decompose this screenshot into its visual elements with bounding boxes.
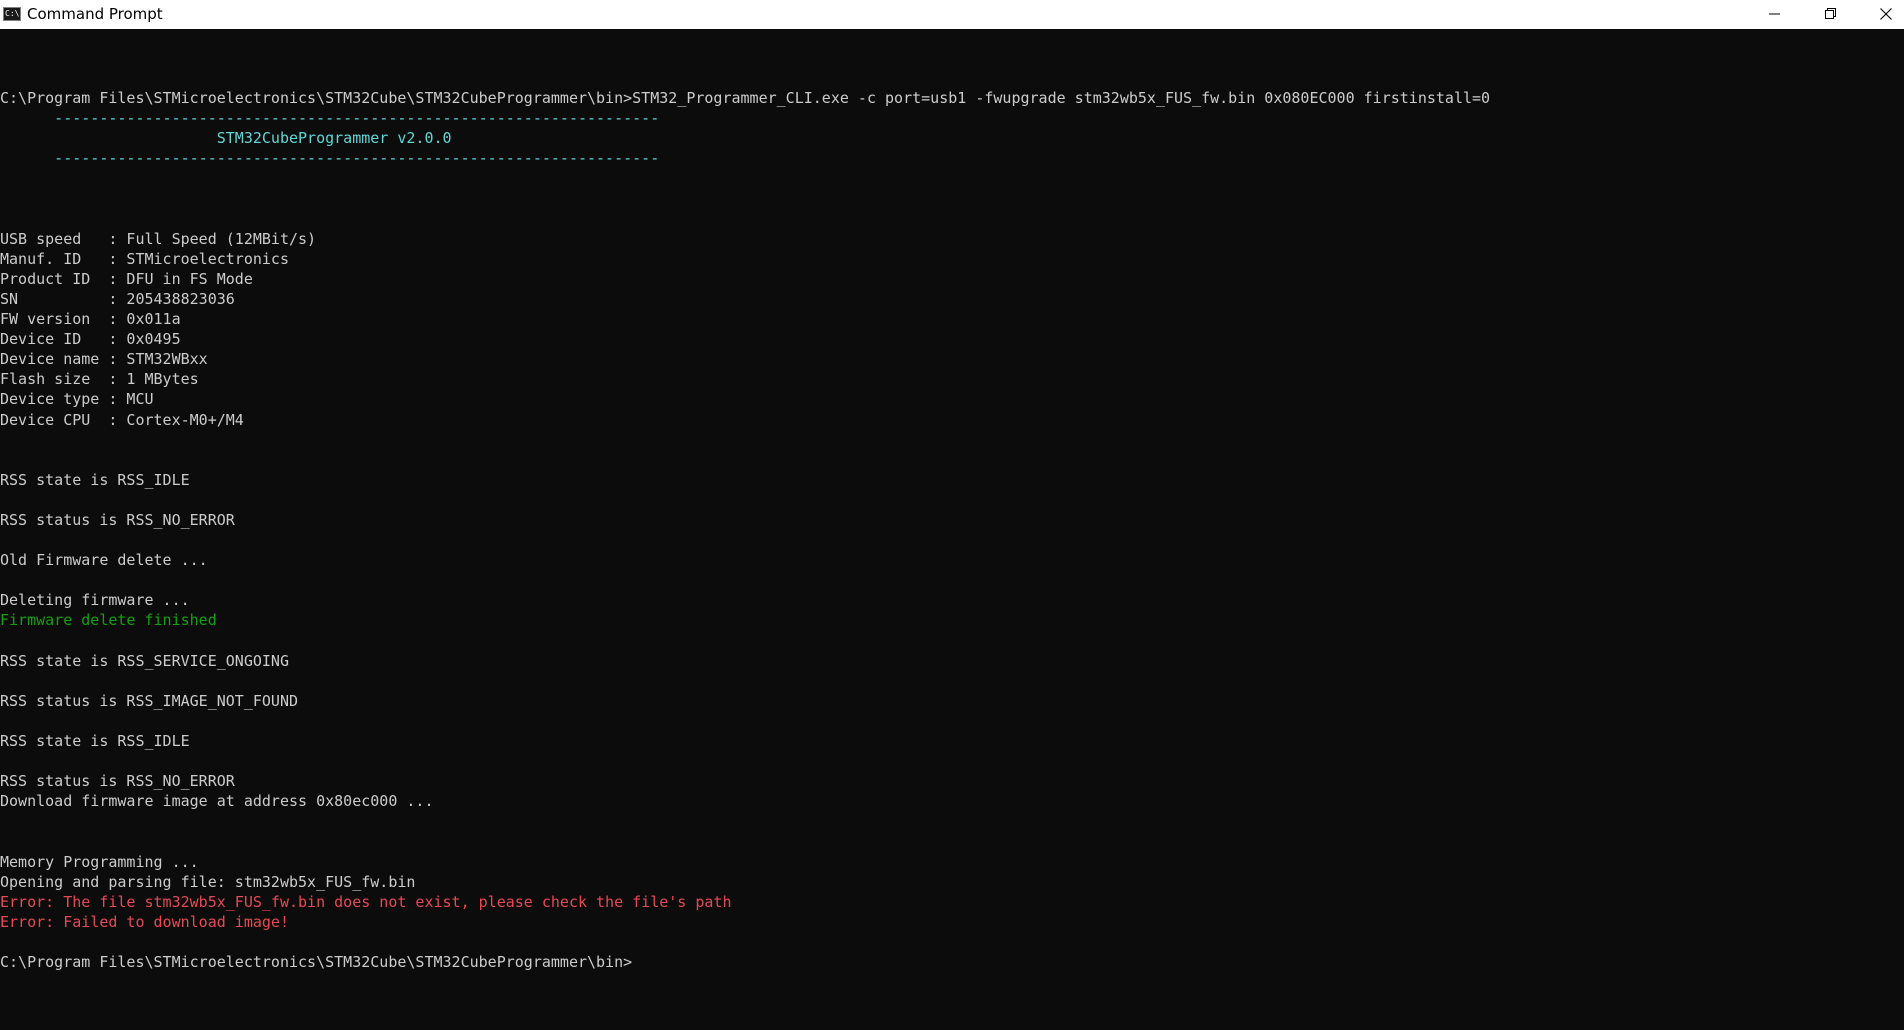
console-line: Deleting firmware ... — [0, 591, 190, 610]
console-line: Firmware delete finished — [0, 611, 217, 630]
console-line: ----------------------------------------… — [0, 149, 660, 168]
command-prompt-window: C:\ Command Prompt C:\Program Files\STMi… — [0, 0, 1904, 1030]
console-line: ----------------------------------------… — [0, 109, 660, 128]
console-line: Device CPU : Cortex-M0+/M4 — [0, 410, 244, 429]
console-line: Device name : STM32WBxx — [0, 350, 208, 369]
console-line: Error: Failed to download image! — [0, 912, 289, 931]
console-line: RSS status is RSS_NO_ERROR — [0, 772, 235, 791]
console-line: RSS status is RSS_NO_ERROR — [0, 510, 235, 529]
console-line: STM32CubeProgrammer v2.0.0 — [0, 129, 452, 148]
console-lines: C:\Program Files\STMicroelectronics\STM3… — [0, 88, 1490, 972]
title-bar[interactable]: C:\ Command Prompt — [0, 0, 1904, 29]
console-line: SN : 205438823036 — [0, 289, 235, 308]
console-line: RSS state is RSS_SERVICE_ONGOING — [0, 651, 289, 670]
console-output[interactable]: C:\Program Files\STMicroelectronics\STM3… — [0, 29, 1904, 1030]
console-line: Device ID : 0x0495 — [0, 330, 181, 349]
console-line: Product ID : DFU in FS Mode — [0, 269, 253, 288]
close-button[interactable] — [1858, 0, 1904, 29]
console-line: Download firmware image at address 0x80e… — [0, 792, 434, 811]
minimize-button[interactable] — [1747, 0, 1803, 29]
console-line: Manuf. ID : STMicroelectronics — [0, 249, 289, 268]
console-line: C:\Program Files\STMicroelectronics\STM3… — [0, 89, 1491, 107]
close-icon — [1880, 8, 1892, 20]
console-line: RSS status is RSS_IMAGE_NOT_FOUND — [0, 691, 299, 710]
console-line: Old Firmware delete ... — [0, 551, 208, 570]
console-line: Memory Programming ... — [0, 852, 199, 871]
window-title: Command Prompt — [27, 5, 163, 23]
vertical-scrollbar[interactable] — [1895, 29, 1904, 1030]
cmd-icon: C:\ — [3, 7, 21, 21]
console-line: RSS state is RSS_IDLE — [0, 732, 190, 750]
console-line: USB speed : Full Speed (12MBit/s) — [0, 229, 317, 248]
restore-icon — [1825, 8, 1836, 19]
console-line: Flash size : 1 MBytes — [0, 370, 199, 389]
console-line: C:\Program Files\STMicroelectronics\STM3… — [0, 953, 633, 972]
console-line: FW version : 0x011a — [0, 310, 181, 329]
minimize-icon — [1769, 13, 1780, 15]
console-line: Error: The file stm32wb5x_FUS_fw.bin doe… — [0, 892, 732, 911]
console-line: Opening and parsing file: stm32wb5x_FUS_… — [0, 872, 416, 891]
console-line: Device type : MCU — [0, 390, 154, 409]
restore-button[interactable] — [1803, 0, 1859, 29]
console-line: RSS state is RSS_IDLE — [0, 470, 190, 489]
